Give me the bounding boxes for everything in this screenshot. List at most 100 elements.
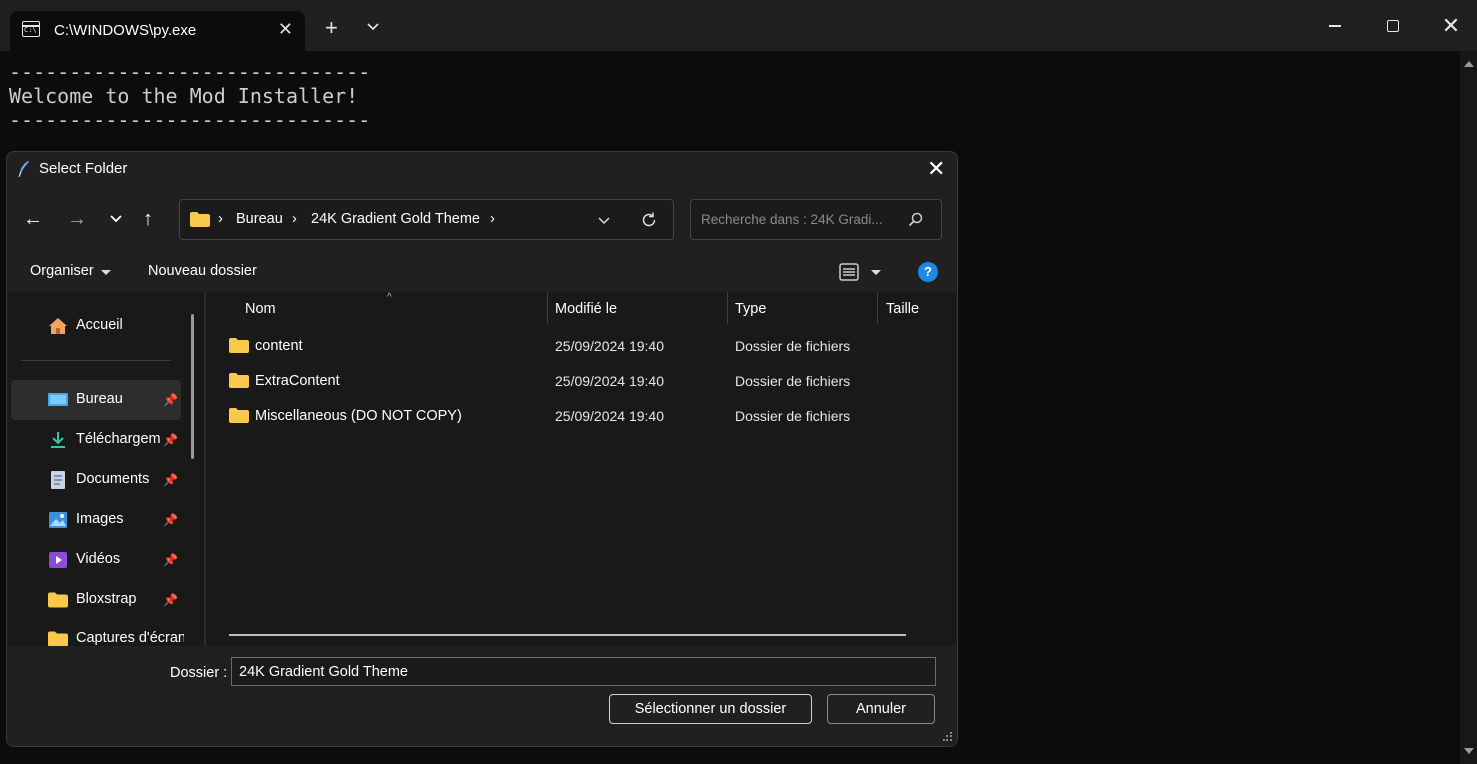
- column-header-name[interactable]: Nom: [245, 301, 276, 317]
- sidebar-item-bloxstrap[interactable]: Bloxstrap 📌: [11, 580, 181, 620]
- videos-icon: [49, 552, 67, 568]
- pin-icon: 📌: [163, 593, 178, 607]
- view-options-icon[interactable]: [839, 263, 859, 281]
- file-type: Dossier de fichiers: [735, 373, 851, 389]
- new-tab-button[interactable]: +: [325, 17, 338, 39]
- tab-title: C:\WINDOWS\py.exe: [54, 22, 197, 39]
- sidebar-item-telechargements[interactable]: Téléchargem 📌: [11, 420, 181, 460]
- close-window-button[interactable]: ✕: [1436, 12, 1466, 40]
- images-icon: [49, 512, 67, 528]
- sidebar-item-label: Captures d'écran: [76, 630, 184, 646]
- file-modified: 25/09/2024 19:40: [555, 338, 664, 354]
- organise-menu[interactable]: Organiser: [30, 263, 94, 279]
- tab-close-icon[interactable]: ✕: [278, 19, 293, 39]
- new-folder-button[interactable]: Nouveau dossier: [148, 263, 257, 279]
- back-arrow-icon[interactable]: ←: [23, 208, 43, 230]
- file-list: ^ Nom Modifié le Type Taille content 25/…: [206, 292, 956, 646]
- chevron-right-icon[interactable]: ›: [218, 211, 223, 227]
- file-row-miscellaneous[interactable]: Miscellaneous (DO NOT COPY) 25/09/2024 1…: [206, 400, 946, 435]
- terminal-line: ------------------------------: [9, 108, 371, 132]
- sidebar-item-images[interactable]: Images 📌: [11, 500, 181, 540]
- chevron-down-icon[interactable]: [597, 216, 611, 226]
- caret-down-icon[interactable]: [871, 270, 881, 275]
- terminal-line: Welcome to the Mod Installer!: [9, 84, 359, 108]
- sidebar-item-captures[interactable]: Captures d'écran: [11, 619, 184, 646]
- sidebar-item-documents[interactable]: Documents 📌: [11, 460, 181, 500]
- terminal-line: ------------------------------: [9, 60, 371, 84]
- folder-icon: [229, 408, 249, 423]
- sidebar-divider: [21, 360, 171, 361]
- sidebar-scrollbar[interactable]: [191, 314, 194, 459]
- documents-icon: [51, 471, 65, 489]
- column-header-type[interactable]: Type: [735, 301, 766, 317]
- file-modified: 25/09/2024 19:40: [555, 373, 664, 389]
- folder-icon: [48, 631, 68, 646]
- column-divider[interactable]: [547, 292, 548, 324]
- home-icon: [49, 318, 67, 334]
- pin-icon: 📌: [163, 473, 178, 487]
- navigation-pane: Accueil Bureau 📌 Téléchargem 📌 Documents…: [8, 292, 198, 646]
- command-bar: Organiser Nouveau dossier ?: [7, 254, 957, 290]
- tab-dropdown-icon[interactable]: [364, 20, 382, 34]
- sidebar-item-bureau[interactable]: Bureau 📌: [11, 380, 181, 420]
- column-header-size[interactable]: Taille: [886, 301, 919, 317]
- resize-grip-icon[interactable]: [943, 732, 953, 742]
- sort-ascending-icon: ^: [387, 292, 392, 303]
- file-row-extracontent[interactable]: ExtraContent 25/09/2024 19:40 Dossier de…: [206, 365, 946, 400]
- recent-locations-icon[interactable]: [109, 214, 123, 224]
- file-name: content: [255, 338, 303, 354]
- caret-down-icon[interactable]: [101, 270, 111, 275]
- pin-icon: 📌: [163, 513, 178, 527]
- dialog-footer: Dossier : Sélectionner un dossier Annule…: [7, 646, 957, 746]
- chevron-right-icon[interactable]: ›: [490, 211, 495, 227]
- folder-icon: [48, 592, 68, 608]
- chevron-right-icon[interactable]: ›: [292, 211, 297, 227]
- file-type: Dossier de fichiers: [735, 408, 851, 424]
- horizontal-scrollbar[interactable]: [229, 634, 906, 636]
- folder-name-input[interactable]: [231, 657, 936, 686]
- select-folder-button[interactable]: Sélectionner un dossier: [609, 694, 812, 724]
- search-icon[interactable]: [907, 211, 925, 229]
- feather-icon: [18, 161, 29, 178]
- sidebar-item-videos[interactable]: Vidéos 📌: [11, 540, 181, 580]
- up-arrow-icon[interactable]: ↑: [143, 208, 153, 230]
- pin-icon: 📌: [163, 393, 178, 407]
- console-icon: C:\: [22, 21, 40, 37]
- download-icon: [51, 432, 65, 448]
- help-icon[interactable]: ?: [918, 262, 938, 282]
- file-row-content[interactable]: content 25/09/2024 19:40 Dossier de fich…: [206, 330, 946, 365]
- sidebar-item-label: Accueil: [76, 317, 123, 333]
- cancel-button[interactable]: Annuler: [827, 694, 935, 724]
- search-input[interactable]: [691, 200, 901, 239]
- file-type: Dossier de fichiers: [735, 338, 851, 354]
- terminal-scrollbar[interactable]: [1460, 51, 1477, 764]
- folder-label: Dossier :: [170, 665, 228, 681]
- scroll-up-icon[interactable]: [1464, 61, 1474, 67]
- column-divider[interactable]: [877, 292, 878, 324]
- dialog-close-icon[interactable]: ✕: [927, 156, 945, 182]
- breadcrumb-bureau[interactable]: Bureau: [236, 211, 283, 227]
- refresh-icon[interactable]: [640, 211, 658, 229]
- breadcrumb-current[interactable]: 24K Gradient Gold Theme: [311, 211, 480, 227]
- minimize-button[interactable]: [1320, 12, 1350, 40]
- sidebar-item-accueil[interactable]: Accueil: [11, 306, 181, 346]
- file-modified: 25/09/2024 19:40: [555, 408, 664, 424]
- file-name: ExtraContent: [255, 373, 340, 389]
- scroll-down-icon[interactable]: [1464, 748, 1474, 754]
- column-header-modified[interactable]: Modifié le: [555, 301, 617, 317]
- column-divider[interactable]: [727, 292, 728, 324]
- forward-arrow-icon[interactable]: →: [67, 208, 87, 230]
- pin-icon: 📌: [163, 433, 178, 447]
- address-bar[interactable]: › Bureau › 24K Gradient Gold Theme ›: [179, 199, 674, 240]
- folder-icon: [190, 212, 210, 227]
- select-folder-dialog: Select Folder ✕ ← → ↑ › Bureau › 24K Gra…: [6, 151, 958, 747]
- search-box[interactable]: [690, 199, 942, 240]
- dialog-title: Select Folder: [39, 160, 128, 177]
- terminal-titlebar: C:\ C:\WINDOWS\py.exe ✕ + ✕: [0, 0, 1477, 51]
- maximize-button[interactable]: [1378, 12, 1408, 40]
- folder-icon: [229, 338, 249, 353]
- terminal-output: ------------------------------ Welcome to…: [9, 60, 370, 132]
- terminal-tab[interactable]: C:\ C:\WINDOWS\py.exe ✕: [10, 11, 305, 51]
- desktop-icon: [48, 393, 68, 406]
- dialog-body: Accueil Bureau 📌 Téléchargem 📌 Documents…: [8, 292, 956, 646]
